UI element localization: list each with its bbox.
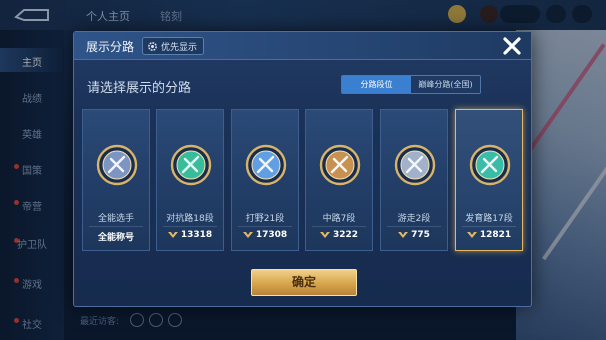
lane-card-score: 3222 [306, 230, 372, 240]
farm-lane-emblem-icon [469, 144, 511, 186]
lane-card[interactable]: 发育路17段 12821 [455, 109, 523, 251]
lane-card-label: 发育路17段 [465, 214, 513, 224]
all-round-emblem-icon [96, 144, 138, 186]
lane-card-score-value: 17308 [255, 230, 288, 240]
rank-chevron-icon [242, 232, 253, 238]
card-divider [312, 226, 366, 227]
lane-card[interactable]: 打野21段 17308 [231, 109, 299, 251]
rank-chevron-icon [167, 232, 178, 238]
dialog-subtitle: 请选择展示的分路 [87, 81, 192, 96]
lane-card-score-value: 775 [411, 230, 430, 240]
lane-card-score: 775 [381, 230, 447, 240]
lane-card-score-value: 3222 [332, 230, 359, 240]
card-divider [387, 226, 441, 227]
lane-card[interactable]: 中路7段 3222 [305, 109, 373, 251]
priority-display-label: 优先显示 [161, 42, 198, 53]
lane-card[interactable]: 对抗路18段 13318 [156, 109, 224, 251]
lane-card-label: 游走2段 [397, 214, 431, 224]
lane-card-label: 打野21段 [245, 214, 285, 224]
gear-icon [148, 41, 157, 51]
lane-card[interactable]: 游走2段 775 [380, 109, 448, 251]
lane-card-score: 全能称号 [83, 230, 149, 243]
rank-chevron-icon [398, 232, 409, 238]
jungle-emblem-icon [245, 144, 287, 186]
card-divider [89, 226, 143, 227]
dialog-header: 展示分路 优先显示 [74, 32, 531, 60]
lane-mode-toggle: 分路段位 巅峰分路(全国) [341, 75, 481, 94]
lane-card-label: 对抗路18段 [166, 214, 214, 224]
lane-card-score: 13318 [157, 230, 223, 240]
lane-card-score-value: 13318 [180, 230, 213, 240]
lane-display-dialog: 展示分路 优先显示 请选择展示的分路 分路段位 巅峰分路(全国) 全能选手全能称… [73, 31, 532, 307]
roam-emblem-icon [394, 144, 436, 186]
mid-lane-emblem-icon [319, 144, 361, 186]
lane-card-score-value: 12821 [479, 230, 512, 240]
lane-card-score: 17308 [232, 230, 298, 240]
lane-card-label: 全能选手 [97, 214, 134, 224]
dialog-title: 展示分路 [86, 40, 135, 54]
card-divider [462, 226, 516, 227]
segment-peak-lane[interactable]: 巅峰分路(全国) [411, 76, 480, 93]
clash-lane-emblem-icon [170, 144, 212, 186]
lane-card-score-value: 全能称号 [97, 233, 134, 243]
rank-chevron-icon [466, 232, 477, 238]
lane-card-score: 12821 [456, 230, 522, 240]
card-divider [163, 226, 217, 227]
close-icon[interactable] [501, 35, 523, 57]
rank-chevron-icon [319, 232, 330, 238]
lane-card[interactable]: 全能选手 全能称号 [82, 109, 150, 251]
priority-display-button[interactable]: 优先显示 [142, 37, 205, 55]
card-divider [238, 226, 292, 227]
confirm-button[interactable]: 确定 [251, 269, 357, 296]
lane-card-label: 中路7段 [322, 214, 356, 224]
segment-lane-rank[interactable]: 分路段位 [342, 76, 411, 93]
